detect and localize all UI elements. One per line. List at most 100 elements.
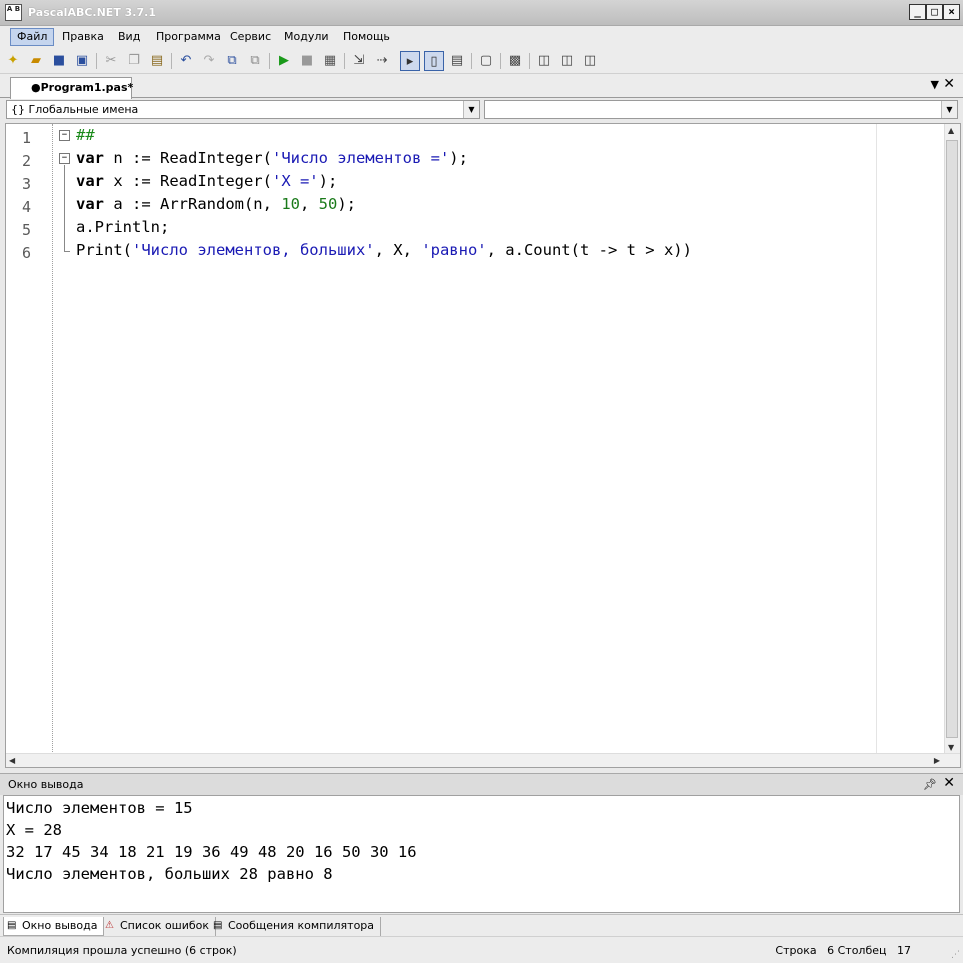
- copy-icon[interactable]: ❐: [124, 51, 144, 71]
- code-editor[interactable]: 1 2 3 4 5 6 − − ## var n := ReadInteger(…: [5, 123, 961, 768]
- code-token: ,: [299, 195, 319, 213]
- chevron-down-icon[interactable]: ▼: [941, 101, 957, 118]
- code-token: 'Число элементов, больших': [132, 241, 375, 259]
- tab-label: Сообщения компилятора: [228, 919, 375, 932]
- resize-grip-icon[interactable]: ⋰: [951, 950, 960, 960]
- document-icon[interactable]: ▢: [476, 51, 496, 71]
- grid-icon[interactable]: ▩: [505, 51, 525, 71]
- compile-icon[interactable]: ▦: [320, 51, 340, 71]
- menu-view[interactable]: Вид: [112, 28, 146, 46]
- scroll-left-icon[interactable]: ◀: [9, 756, 15, 765]
- form-designer-icon[interactable]: ◫: [534, 51, 554, 71]
- vertical-scroll-thumb[interactable]: [946, 140, 958, 738]
- output-window[interactable]: Число элементов = 15 X = 28 32 17 45 34 …: [3, 795, 960, 913]
- window-title: PascalABC.NET 3.7.1: [28, 6, 156, 19]
- menu-file[interactable]: Файл: [10, 28, 55, 46]
- close-window-button[interactable]: ×: [943, 4, 960, 20]
- tab-output-window[interactable]: ▤ Окно вывода: [3, 917, 105, 936]
- cursor-position: Строка 6 Столбец 17: [775, 944, 911, 957]
- code-token: x := ReadInteger(: [104, 172, 272, 190]
- pin-icon[interactable]: 📌︎: [923, 774, 937, 795]
- scope-selector[interactable]: {} Глобальные имена ▼: [6, 100, 480, 119]
- save-all-icon[interactable]: ▣: [72, 51, 92, 71]
- fold-toggle-icon[interactable]: −: [59, 130, 70, 141]
- tab-program1[interactable]: ●Program1.pas*: [10, 77, 133, 99]
- close-tab-icon[interactable]: ✕: [943, 76, 955, 92]
- menu-program[interactable]: Программа: [150, 28, 227, 46]
- fold-toggle-icon[interactable]: −: [59, 153, 70, 164]
- output-toggle-icon[interactable]: ▸: [400, 51, 420, 71]
- col-value: 17: [897, 944, 911, 957]
- compiler-messages-icon: ▤: [213, 920, 223, 931]
- save-icon[interactable]: ■: [49, 51, 69, 71]
- menu-edit[interactable]: Правка: [56, 28, 110, 46]
- toolbar-separator: [96, 53, 97, 69]
- menu-help[interactable]: Помощь: [337, 28, 396, 46]
- toolbar-separator: [471, 53, 472, 69]
- toolbar-separator: [171, 53, 172, 69]
- replace-icon[interactable]: ⧉: [245, 51, 265, 71]
- code-line[interactable]: var a := ArrRandom(n, 10, 50);: [76, 195, 356, 213]
- line-number: 2: [22, 152, 32, 170]
- new-file-icon[interactable]: ✦: [3, 51, 23, 71]
- right-margin-guide: [876, 124, 877, 754]
- paste-icon[interactable]: ▤: [147, 51, 167, 71]
- scroll-down-icon[interactable]: ▼: [948, 743, 954, 752]
- code-token: );: [337, 195, 356, 213]
- scroll-up-icon[interactable]: ▲: [948, 126, 954, 135]
- app-icon: A B: [5, 4, 22, 21]
- title-bar: A B PascalABC.NET 3.7.1 _ □ ×: [0, 0, 963, 26]
- form-l-icon[interactable]: ◫: [557, 51, 577, 71]
- run-icon[interactable]: ▶: [274, 51, 294, 71]
- row-value: 6: [827, 944, 835, 957]
- minimize-button[interactable]: _: [909, 4, 926, 20]
- editor-toggle-icon[interactable]: ▯: [424, 51, 444, 71]
- format-icon[interactable]: ▤: [447, 51, 467, 71]
- toolbar: ✦ ▰ ■ ▣ ✂ ❐ ▤ ↶ ↷ ⧉ ⧉ ▶ ■ ▦ ⇲ ⇢ ▸ ▯ ▤ ▢ …: [0, 48, 963, 74]
- line-number: 5: [22, 221, 32, 239]
- horizontal-scrollbar[interactable]: ◀ ▶: [6, 753, 960, 767]
- code-line[interactable]: a.Println;: [76, 218, 169, 236]
- toolbar-separator: [529, 53, 530, 69]
- tab-compiler-messages[interactable]: ▤ Сообщения компилятора: [210, 917, 382, 936]
- open-folder-icon[interactable]: ▰: [26, 51, 46, 71]
- tab-list-dropdown-icon[interactable]: ▼: [931, 78, 939, 91]
- code-line[interactable]: var n := ReadInteger('Число элементов ='…: [76, 149, 468, 167]
- document-tab-strip: ●Program1.pas* ▼ ✕: [0, 74, 963, 99]
- undo-icon[interactable]: ↶: [176, 51, 196, 71]
- step-over-icon[interactable]: ⇢: [372, 51, 392, 71]
- fold-guide-end: [64, 251, 70, 252]
- chevron-down-icon[interactable]: ▼: [463, 101, 479, 118]
- member-selector[interactable]: ▼: [484, 100, 958, 119]
- tab-error-list[interactable]: ⚠ Список ошибок: [102, 917, 217, 936]
- output-line: X = 28: [6, 821, 62, 839]
- code-token: ##: [76, 126, 95, 144]
- find-icon[interactable]: ⧉: [222, 51, 242, 71]
- menu-modules[interactable]: Модули: [278, 28, 335, 46]
- code-token: 'X =': [271, 172, 319, 190]
- toolbar-separator: [269, 53, 270, 69]
- code-token: , a.Count(t -> t > x)): [486, 241, 692, 259]
- code-line[interactable]: Print('Число элементов, больших', X, 'ра…: [76, 241, 692, 259]
- scroll-right-icon[interactable]: ▶: [934, 756, 940, 765]
- cut-icon[interactable]: ✂: [101, 51, 121, 71]
- vertical-scrollbar[interactable]: ▲ ▼: [944, 124, 960, 754]
- line-number: 3: [22, 175, 32, 193]
- form-r-icon[interactable]: ◫: [580, 51, 600, 71]
- step-into-icon[interactable]: ⇲: [349, 51, 369, 71]
- redo-icon[interactable]: ↷: [199, 51, 219, 71]
- output-line: Число элементов, больших 28 равно 8: [6, 865, 333, 883]
- toolbar-separator: [500, 53, 501, 69]
- maximize-button[interactable]: □: [926, 4, 943, 20]
- menu-service[interactable]: Сервис: [224, 28, 277, 46]
- code-line[interactable]: ##: [76, 126, 95, 144]
- output-line: Число элементов = 15: [6, 799, 193, 817]
- tab-label: Окно вывода: [22, 919, 98, 932]
- output-panel-header: Окно вывода 📌︎ ✕: [0, 773, 963, 795]
- code-token: var: [76, 172, 104, 190]
- close-panel-icon[interactable]: ✕: [943, 773, 955, 794]
- line-number-gutter: 1 2 3 4 5 6: [6, 124, 53, 754]
- code-line[interactable]: var x := ReadInteger('X =');: [76, 172, 337, 190]
- line-number: 6: [22, 244, 32, 262]
- stop-icon[interactable]: ■: [297, 51, 317, 71]
